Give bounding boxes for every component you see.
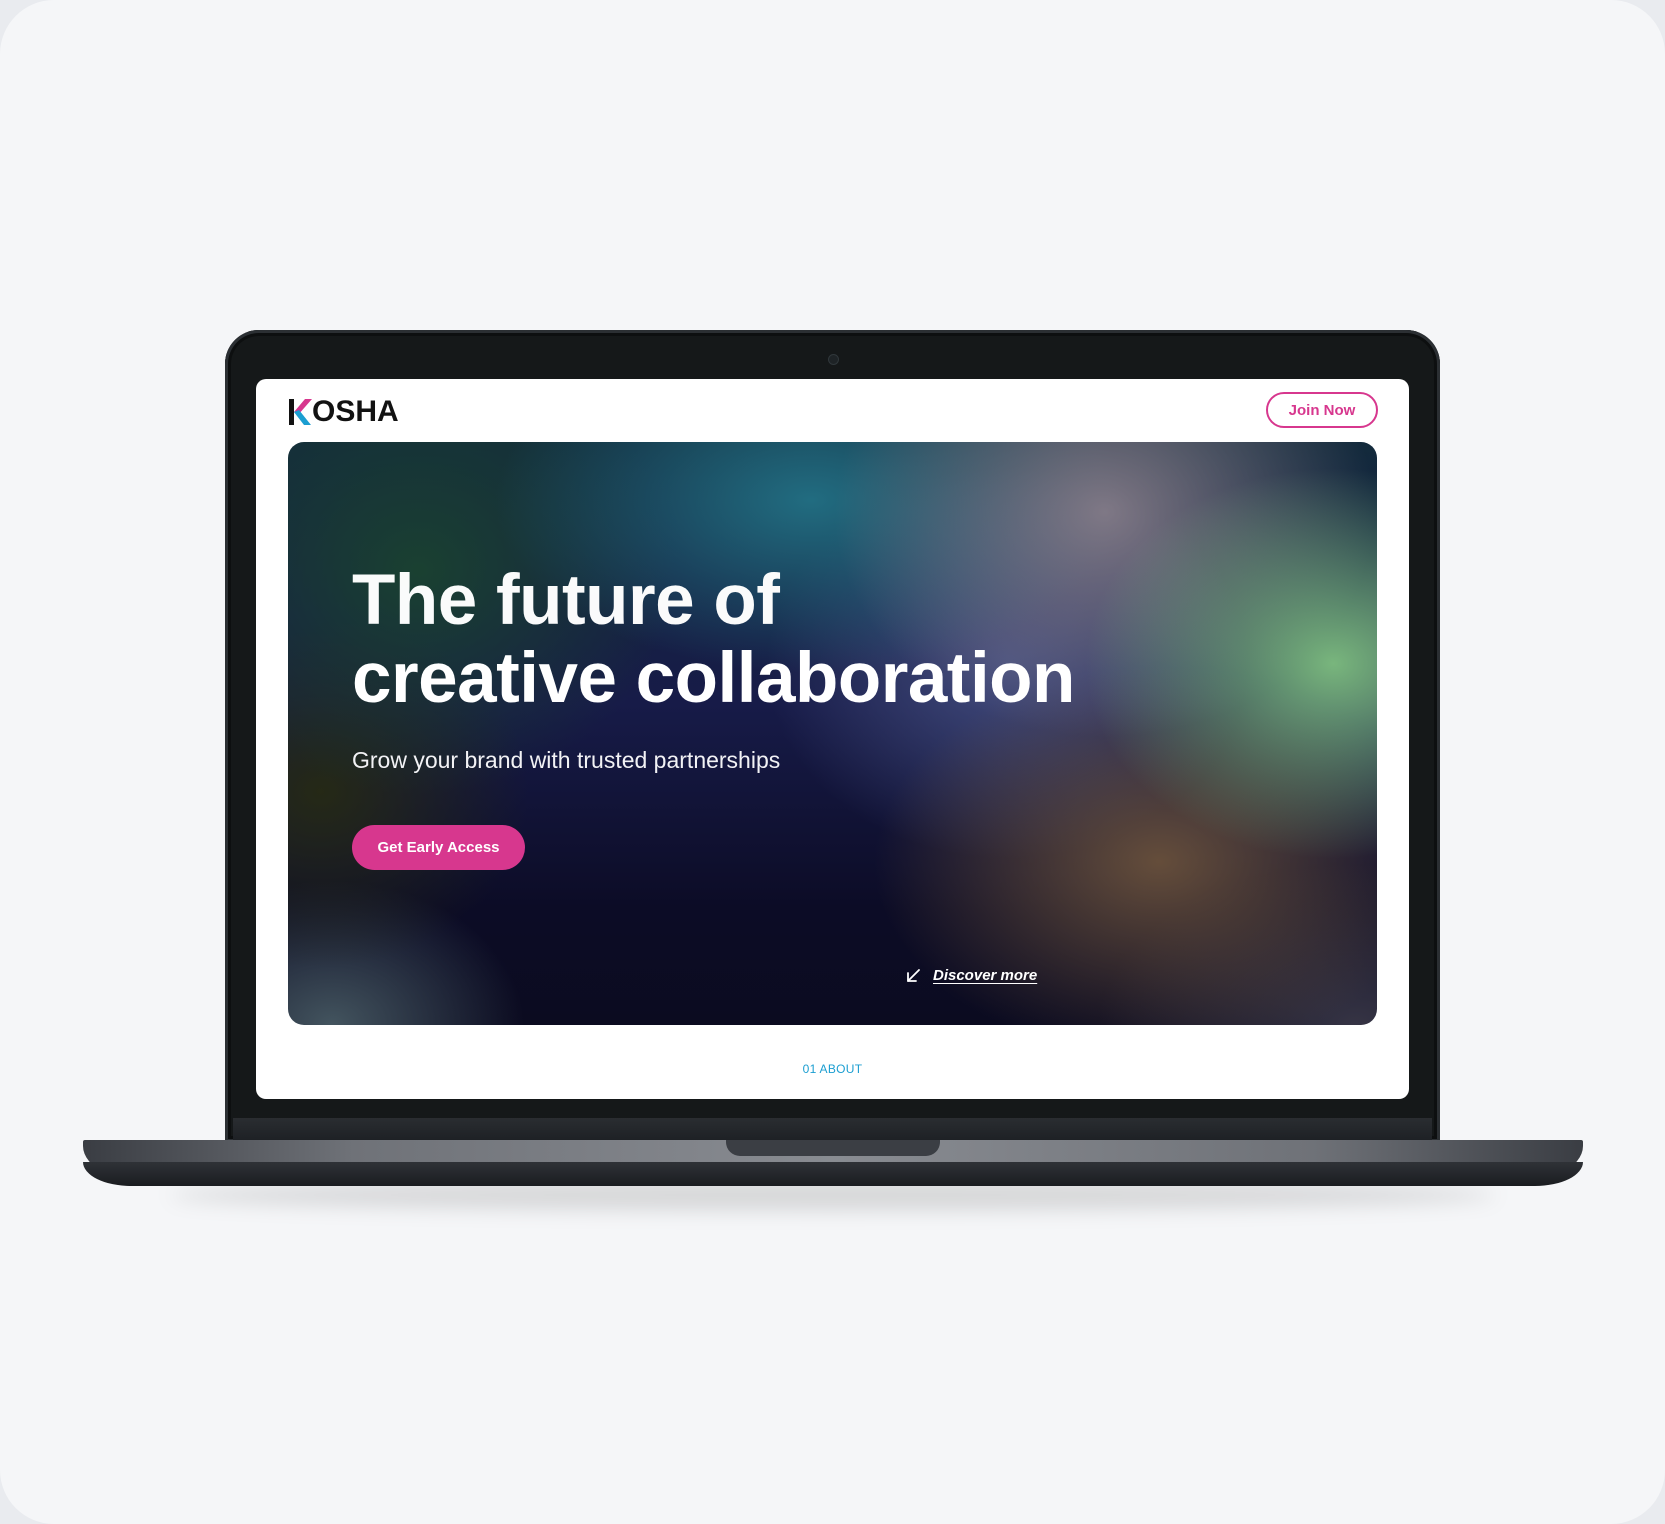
laptop-base-lip (83, 1162, 1583, 1186)
laptop-screen: OSHA Join Now The future of creative col… (256, 379, 1409, 1099)
logo-k-mark-icon (289, 399, 312, 425)
arrow-down-left-icon (907, 968, 920, 982)
discover-more-link[interactable]: Discover more (905, 967, 1037, 984)
discover-more-label: Discover more (933, 967, 1038, 984)
laptop-notch (726, 1140, 940, 1156)
join-now-button[interactable]: Join Now (1266, 392, 1378, 428)
hero-title: The future of creative collaboration (352, 562, 1075, 718)
laptop-chin (233, 1118, 1432, 1142)
camera-icon (828, 354, 839, 365)
get-early-access-button[interactable]: Get Early Access (352, 825, 525, 870)
section-about-label[interactable]: 01 ABOUT (256, 1062, 1409, 1076)
laptop-base (83, 1140, 1583, 1186)
hero-title-line-1: The future of (352, 561, 780, 640)
mockup-canvas: OSHA Join Now The future of creative col… (0, 0, 1665, 1524)
hero-title-line-2: creative collaboration (352, 639, 1075, 718)
hero-subtitle: Grow your brand with trusted partnership… (352, 747, 781, 773)
hero-banner: The future of creative collaboration Gro… (288, 442, 1377, 1025)
brand-logo[interactable]: OSHA (289, 397, 399, 427)
logo-wordmark: OSHA (312, 395, 399, 428)
